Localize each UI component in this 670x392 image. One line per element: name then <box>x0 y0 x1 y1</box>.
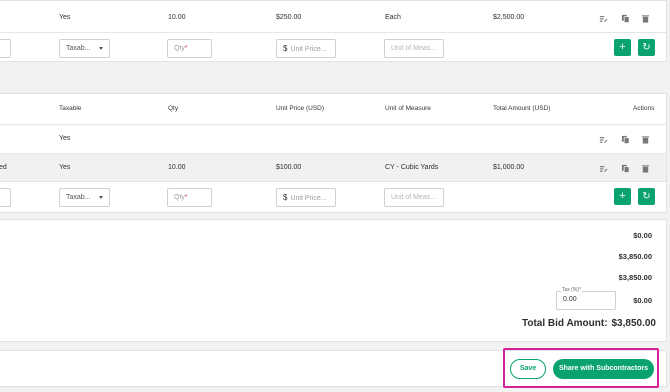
qty-cell: 10.00 <box>168 14 186 21</box>
taxable-select-value: Taxab... <box>66 194 91 201</box>
header-total: Total Amount (USD) <box>493 105 551 112</box>
uom-input[interactable]: Unit of Meas... <box>384 39 444 58</box>
qty-placeholder: Qty <box>174 194 185 201</box>
divider <box>0 32 666 33</box>
plus-icon: + <box>619 190 626 202</box>
uom-cell: Each <box>385 14 401 21</box>
taxable-cell: Yes <box>59 14 71 21</box>
tax-amount: $0.00 <box>633 296 652 305</box>
total-bid-amount: $3,850.00 <box>611 318 657 329</box>
add-item-button[interactable]: + <box>614 188 631 205</box>
plus-icon: + <box>619 41 626 53</box>
copy-icon[interactable] <box>621 14 630 23</box>
refresh-icon: ↻ <box>642 191 651 202</box>
edit-icon[interactable] <box>599 14 608 23</box>
total-bid-label: Total Bid Amount: <box>522 318 608 329</box>
header-actions: Actions <box>633 105 655 112</box>
summary-line-1: $0.00 <box>633 231 652 240</box>
header-taxable: Taxable <box>59 105 82 112</box>
reset-button[interactable]: ↻ <box>638 188 655 205</box>
chevron-down-icon <box>99 47 103 50</box>
unit-price-input[interactable]: $ Unit Price... <box>276 39 336 58</box>
uom-input[interactable]: Unit of Meas... <box>384 188 444 207</box>
total-cell: $2,500.00 <box>493 14 525 21</box>
trash-icon[interactable] <box>641 135 650 144</box>
currency-symbol: $ <box>283 193 288 202</box>
taxable-select-value: Taxab... <box>66 45 91 52</box>
qty-input[interactable]: Qty* <box>167 188 212 207</box>
qty-placeholder: Qty <box>174 45 185 52</box>
unit-price-placeholder: Unit Price... <box>290 195 327 202</box>
reset-button[interactable]: ↻ <box>638 39 655 56</box>
line-items-table-2: Taxable Qty Unit Price (USD) Unit of Mea… <box>0 93 667 213</box>
copy-icon[interactable] <box>621 135 630 144</box>
uom-cell: CY - Cubic Yards <box>385 164 439 171</box>
qty-input[interactable]: Qty* <box>167 39 212 58</box>
required-marker: * <box>184 194 188 201</box>
edit-icon[interactable] <box>599 164 608 173</box>
table-row-highlighted: ed Yes 10.00 $100.00 CY - Cubic Yards $1… <box>0 153 666 182</box>
unit-price-cell: $100.00 <box>276 164 302 171</box>
description-input[interactable] <box>0 39 11 58</box>
unit-price-input[interactable]: $ Unit Price... <box>276 188 336 207</box>
required-marker: * <box>184 45 188 52</box>
taxable-select[interactable]: Taxab... <box>59 39 110 58</box>
description-cell: ed <box>0 164 7 171</box>
highlight-annotation <box>503 348 659 388</box>
bid-summary: $0.00 $3,850.00 $3,850.00 Tax (%)* 0.00 … <box>0 219 667 342</box>
copy-icon[interactable] <box>621 164 630 173</box>
trash-icon[interactable] <box>641 14 650 23</box>
taxable-cell: Yes <box>59 164 71 171</box>
description-input[interactable] <box>0 188 11 207</box>
currency-symbol: $ <box>283 44 288 53</box>
tax-field[interactable]: Tax (%)* 0.00 <box>556 287 616 310</box>
header-qty: Qty <box>168 105 179 112</box>
total-cell: $1,000.00 <box>493 164 525 171</box>
uom-placeholder: Unit of Meas... <box>391 194 437 201</box>
taxable-select[interactable]: Taxab... <box>59 188 110 207</box>
uom-placeholder: Unit of Meas... <box>391 45 437 52</box>
divider <box>0 124 666 125</box>
line-items-table-1: Yes 10.00 $250.00 Each $2,500.00 Taxab..… <box>0 0 667 62</box>
summary-line-2: $3,850.00 <box>618 252 652 261</box>
header-uom: Unit of Measure <box>385 105 431 112</box>
tax-label: Tax (%)* <box>561 287 582 294</box>
unit-price-placeholder: Unit Price... <box>290 46 327 53</box>
trash-icon[interactable] <box>641 164 650 173</box>
unit-price-cell: $250.00 <box>276 14 302 21</box>
header-unit-price: Unit Price (USD) <box>276 105 325 112</box>
qty-cell: 10.00 <box>168 164 186 171</box>
edit-icon[interactable] <box>599 135 608 144</box>
refresh-icon: ↻ <box>642 42 651 53</box>
taxable-cell: Yes <box>59 135 71 142</box>
add-item-button[interactable]: + <box>614 39 631 56</box>
chevron-down-icon <box>99 196 103 199</box>
tax-value: 0.00 <box>563 296 577 303</box>
summary-line-3: $3,850.00 <box>618 273 652 282</box>
